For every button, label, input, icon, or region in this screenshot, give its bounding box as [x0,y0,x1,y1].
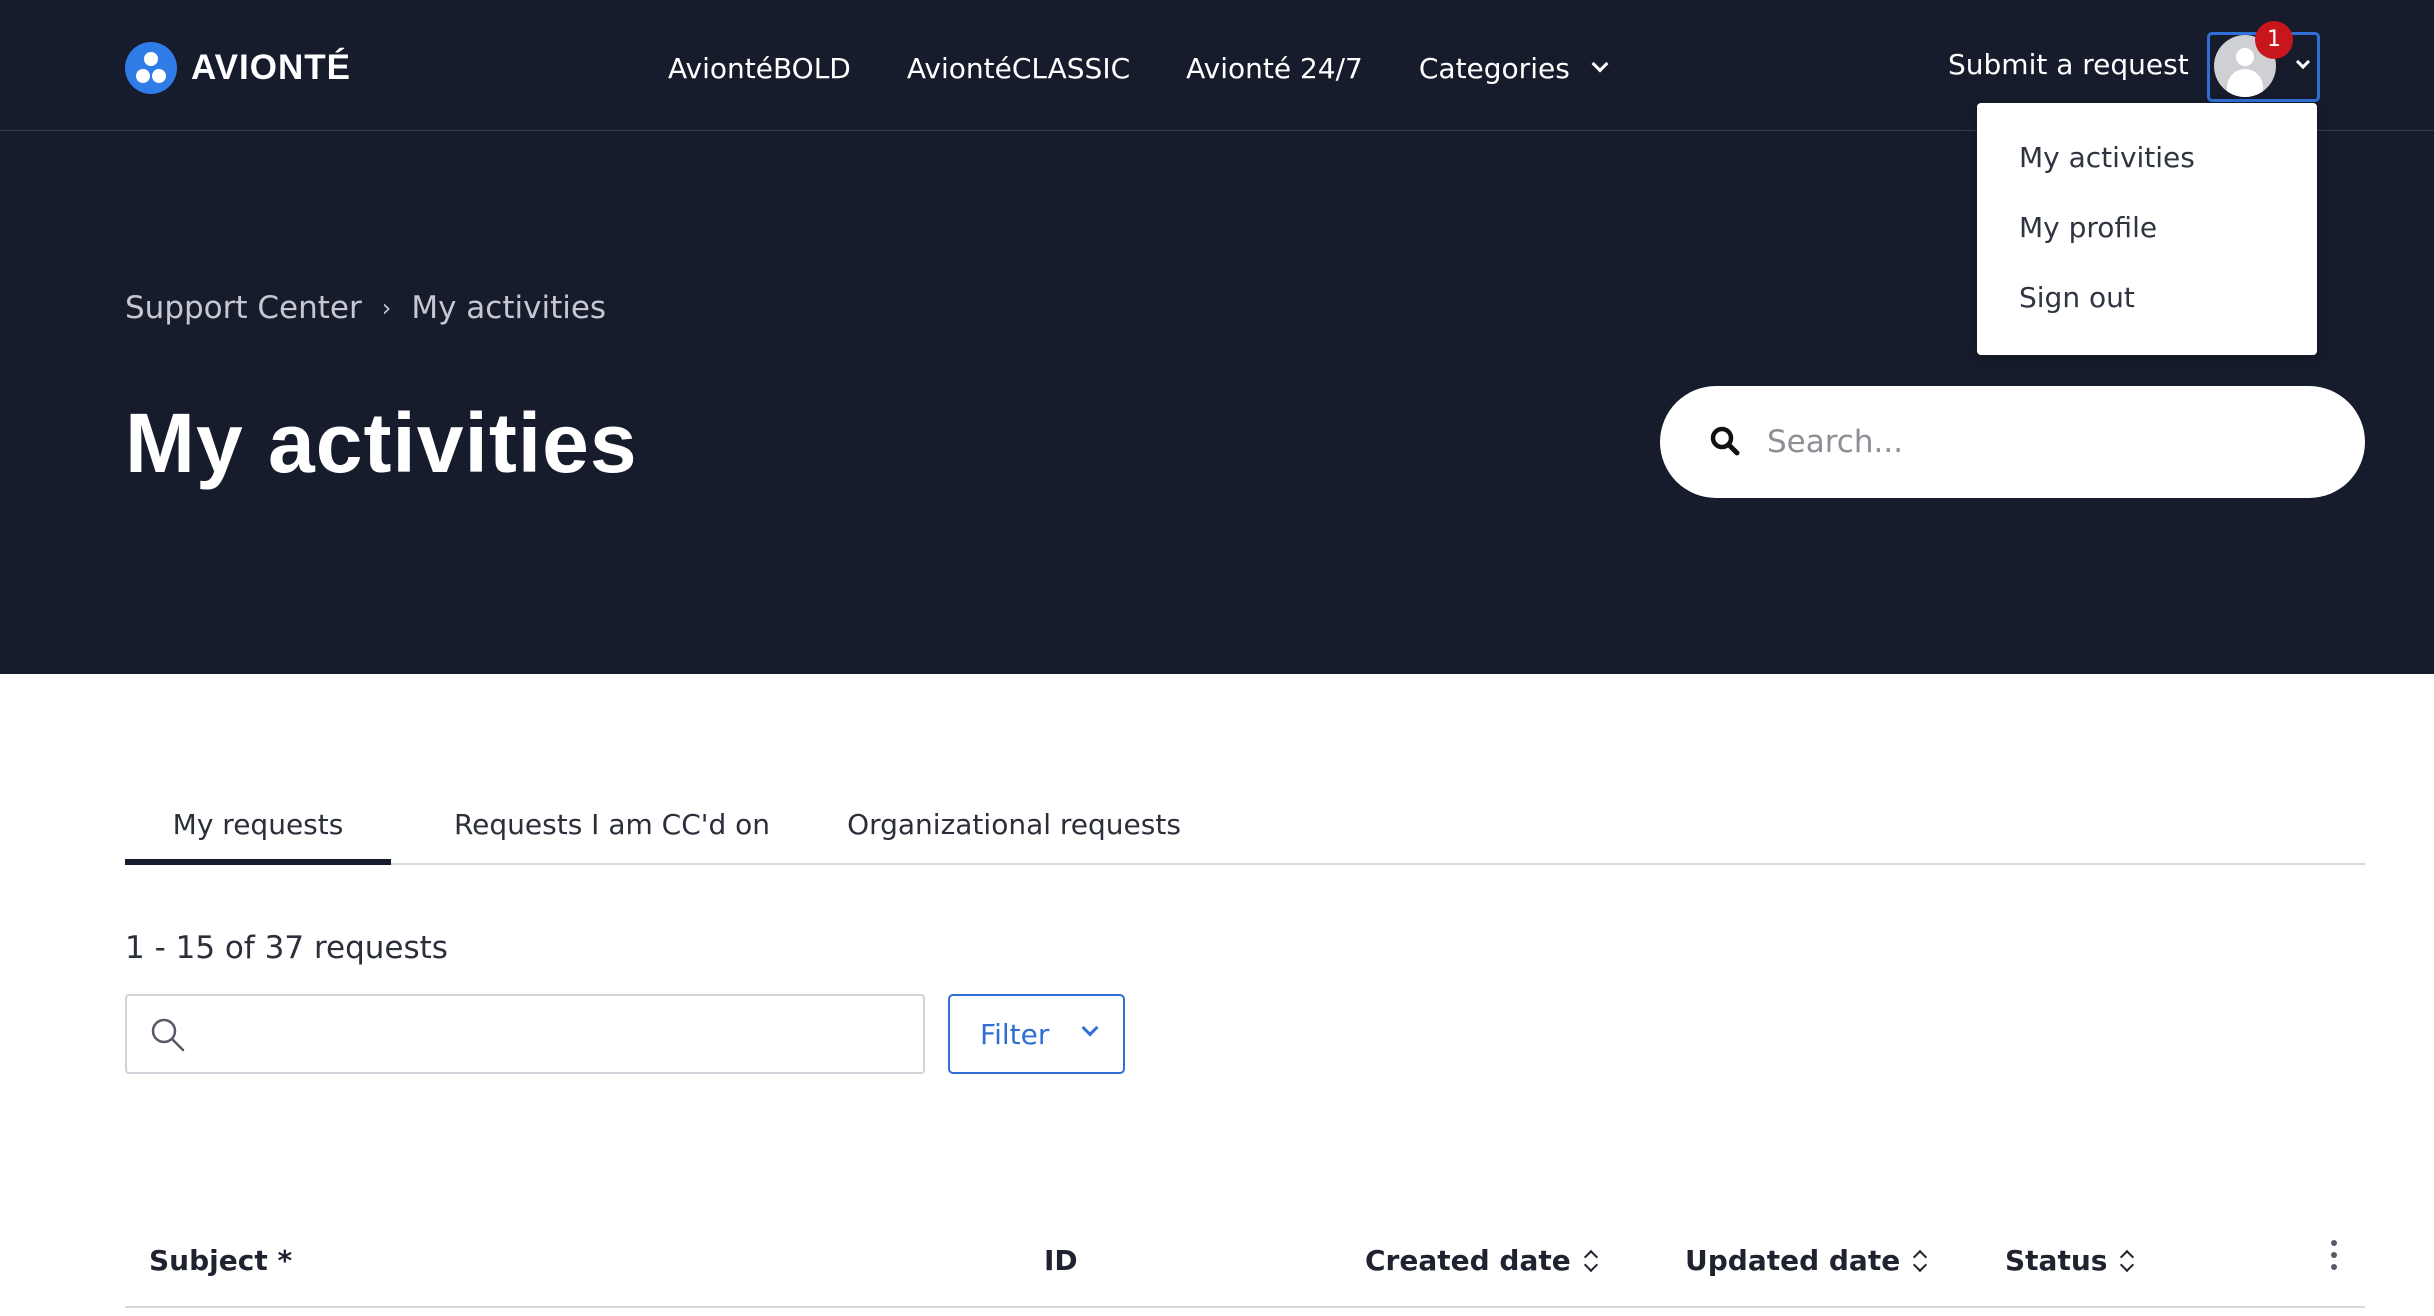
brand-logo[interactable]: AVIONTÉ [125,40,351,96]
hero-search-box[interactable] [1660,386,2365,498]
brand-name: AVIONTÉ [191,48,351,87]
menu-item-my-activities[interactable]: My activities [1977,133,2317,203]
chevron-down-icon [1591,55,1609,73]
chevron-down-icon [2295,54,2311,70]
sort-icon [2119,1248,2135,1274]
column-header-subject[interactable]: Subject * [149,1244,292,1277]
menu-item-sign-out[interactable]: Sign out [1977,273,2317,343]
user-icon-body [2227,69,2263,97]
page-title: My activities [125,396,638,490]
more-options-icon[interactable] [2324,1238,2344,1274]
request-search-box[interactable] [125,994,925,1074]
tab-my-requests[interactable]: My requests [125,800,391,865]
filter-button[interactable]: Filter [948,994,1125,1074]
breadcrumb-item-my-activities[interactable]: My activities [411,290,606,326]
column-header-label: Updated date [1685,1244,1901,1277]
main-nav: AviontéBOLD AviontéCLASSIC Avionté 24/7 … [668,48,1609,88]
nav-item-avionte-classic[interactable]: AviontéCLASSIC [907,52,1130,85]
column-header-label: Subject * [149,1244,293,1277]
breadcrumb-separator: › [381,294,392,322]
user-menu-button[interactable]: 1 [2207,21,2320,102]
breadcrumb-item-support-center[interactable]: Support Center [125,290,362,326]
column-header-status[interactable]: Status [2005,1244,2135,1277]
nav-item-avionte-24-7[interactable]: Avionté 24/7 [1186,52,1363,85]
sort-icon [1583,1248,1599,1274]
column-header-created-date[interactable]: Created date [1365,1244,1599,1277]
column-header-id[interactable]: ID [1044,1244,1078,1277]
search-icon [1710,426,1740,456]
filter-button-label: Filter [980,1017,1050,1051]
user-icon-head [2236,48,2254,66]
nav-item-categories-label: Categories [1418,51,1570,85]
user-dropdown-menu: My activities My profile Sign out [1977,103,2317,355]
avionte-logo-icon [125,42,177,94]
submit-request-link[interactable]: Submit a request [1948,48,2189,81]
breadcrumb: Support Center › My activities [125,290,606,326]
nav-item-avionte-bold[interactable]: AviontéBOLD [668,52,851,85]
column-header-updated-date[interactable]: Updated date [1685,1244,1928,1277]
results-count: 1 - 15 of 37 requests [125,930,448,966]
menu-item-my-profile[interactable]: My profile [1977,203,2317,273]
request-search-input[interactable] [207,1008,907,1060]
activity-tabs: My requests Requests I am CC'd on Organi… [125,800,2365,865]
chevron-down-icon [1081,1019,1099,1037]
column-header-label: Created date [1365,1244,1571,1277]
tab-organizational-requests[interactable]: Organizational requests [837,800,1191,865]
search-icon [151,1018,185,1052]
notification-badge: 1 [2255,21,2293,59]
sort-icon [1912,1248,1928,1274]
column-header-label: Status [2005,1244,2108,1277]
hero-search-input[interactable] [1765,412,2325,472]
requests-table-header: Subject * ID Created date Updated date S… [125,1236,2365,1308]
column-header-label: ID [1044,1244,1078,1277]
tab-requests-cc[interactable]: Requests I am CC'd on [447,800,777,865]
nav-item-categories[interactable]: Categories [1418,51,1609,85]
